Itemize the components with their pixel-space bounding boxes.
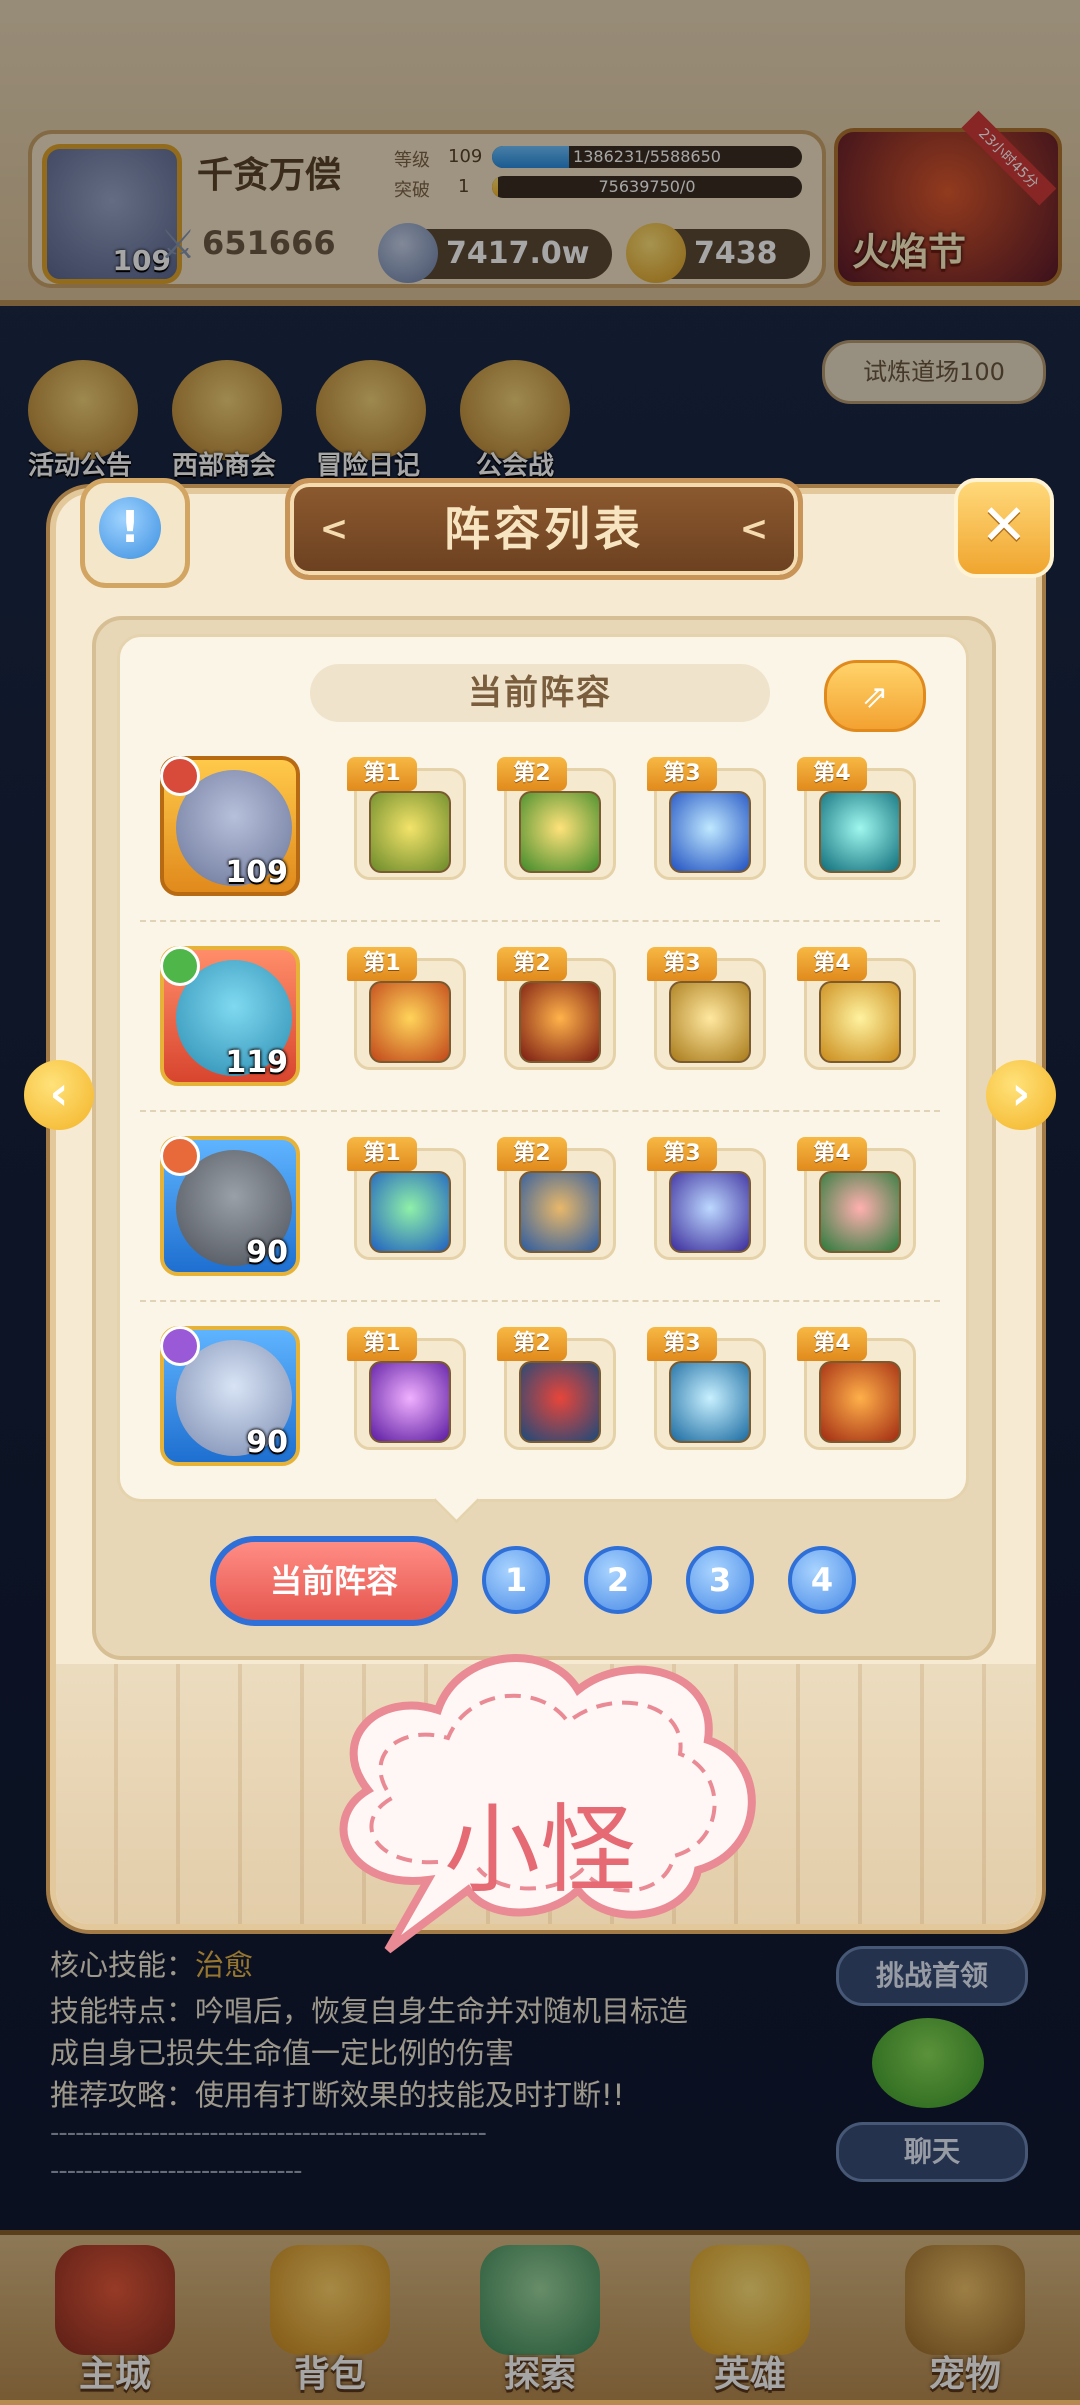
skill-flower-icon [819,1171,901,1253]
prev-arrow-button[interactable]: ‹ [24,1060,94,1130]
modal-title-banner: < 阵容列表 < [285,478,803,580]
skill-slot[interactable]: 第1 [347,947,466,1070]
skill-eye-icon [519,981,601,1063]
info-icon: ! [99,497,161,559]
tooltip-text: 小怪 [444,1794,636,1906]
hero-slot-2[interactable]: 119 [160,946,300,1086]
skill-slot[interactable]: 第4 [797,1137,916,1260]
skill-slot[interactable]: 第3 [647,1327,766,1450]
page-button-1[interactable]: 1 [482,1546,550,1614]
next-arrow-button[interactable]: › [986,1060,1056,1130]
share-icon: ⇗ [861,677,889,715]
hero-slot-4[interactable]: 90 [160,1326,300,1466]
current-lineup-title: 当前阵容 [310,664,770,722]
hero-level: 109 [225,855,288,890]
skill-order-tag: 第1 [347,947,417,981]
hero-slot-1[interactable]: 109 [160,756,300,896]
share-button[interactable]: ⇗ [824,660,926,732]
hero-level: 119 [225,1045,288,1080]
skill-mask-icon [519,1361,601,1443]
hero-level: 90 [246,1425,288,1460]
skill-slot[interactable]: 第2 [497,757,616,880]
modal-title: 阵容列表 [444,502,644,556]
skill-order-tag: 第1 [347,1137,417,1171]
skill-leaf-icon [369,1171,451,1253]
skill-slot[interactable]: 第1 [347,1327,466,1450]
element-badge-icon [160,756,200,796]
skill-slash-icon [669,791,751,873]
row-divider [140,920,940,922]
skill-ice-shard-icon [669,1171,751,1253]
page-current-lineup-label: 当前阵容 [216,1542,452,1620]
skill-dragon-icon [369,981,451,1063]
skill-order-tag: 第3 [647,947,717,981]
skill-order-tag: 第4 [797,1327,867,1361]
skill-shield-icon [519,791,601,873]
element-badge-icon [160,946,200,986]
skill-slot[interactable]: 第1 [347,757,466,880]
row-divider [140,1300,940,1302]
skill-order-tag: 第2 [497,1137,567,1171]
skill-hammer-icon [669,1361,751,1443]
hero-level: 90 [246,1235,288,1270]
close-button[interactable]: ✕ [954,478,1054,578]
skill-order-tag: 第3 [647,1137,717,1171]
skill-order-tag: 第4 [797,1137,867,1171]
skill-strike-icon [369,791,451,873]
skill-slot[interactable]: 第1 [347,1137,466,1260]
skill-treant-icon [519,1171,601,1253]
skill-slot[interactable]: 第2 [497,1327,616,1450]
element-badge-icon [160,1326,200,1366]
skill-slot[interactable]: 第3 [647,1137,766,1260]
hero-slot-3[interactable]: 90 [160,1136,300,1276]
skill-order-tag: 第2 [497,1327,567,1361]
skill-arcane-icon [369,1361,451,1443]
skill-order-tag: 第3 [647,757,717,791]
skill-slot[interactable]: 第2 [497,1137,616,1260]
info-button[interactable]: ! [80,478,190,588]
skill-slot[interactable]: 第3 [647,757,766,880]
skill-order-tag: 第2 [497,757,567,791]
skill-slot[interactable]: 第4 [797,947,916,1070]
page-current-lineup[interactable]: 当前阵容 [210,1536,458,1626]
skill-order-tag: 第1 [347,757,417,791]
skill-order-tag: 第1 [347,1327,417,1361]
skill-slot[interactable]: 第4 [797,1327,916,1450]
skill-slot[interactable]: 第4 [797,757,916,880]
page-button-4[interactable]: 4 [788,1546,856,1614]
skill-slot[interactable]: 第2 [497,947,616,1070]
title-right-swirl-icon: < [739,509,769,549]
skill-spirit-icon [819,791,901,873]
skill-beast-icon [669,981,751,1063]
skill-serpent-icon [819,981,901,1063]
page-button-2[interactable]: 2 [584,1546,652,1614]
skill-order-tag: 第4 [797,757,867,791]
page-button-3[interactable]: 3 [686,1546,754,1614]
skill-order-tag: 第3 [647,1327,717,1361]
element-badge-icon [160,1136,200,1176]
skill-fist-icon [819,1361,901,1443]
skill-slot[interactable]: 第3 [647,947,766,1070]
skill-order-tag: 第2 [497,947,567,981]
row-divider [140,1110,940,1112]
skill-order-tag: 第4 [797,947,867,981]
